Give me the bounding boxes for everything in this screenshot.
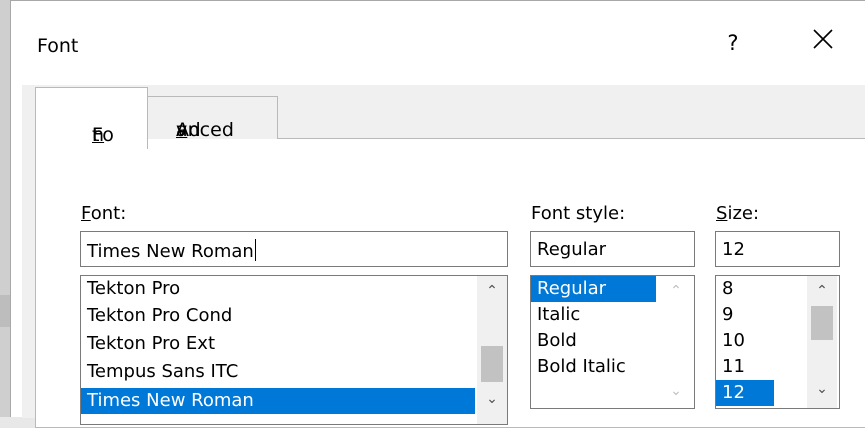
font-list[interactable]: Tekton Pro Tekton Pro Cond Tekton Pro Ex… bbox=[80, 275, 508, 425]
list-item[interactable]: 11 bbox=[716, 354, 774, 380]
font-dialog: Font ? Fo n t Ad v anced Font: Times New Rom… bbox=[10, 0, 865, 428]
list-item[interactable]: Tekton Pro Cond bbox=[81, 303, 475, 329]
tab-advanced[interactable]: Ad v anced bbox=[148, 96, 278, 141]
chevron-down-icon[interactable]: ⌄ bbox=[807, 376, 837, 402]
list-item[interactable]: Tekton Pro Ext bbox=[81, 331, 475, 357]
dialog-title: Font bbox=[37, 35, 79, 57]
list-item[interactable]: Italic bbox=[531, 302, 656, 328]
close-button[interactable] bbox=[811, 27, 835, 51]
font-style-label: Font style: bbox=[531, 203, 626, 224]
size-list-scrollbar[interactable]: ⌃ ⌄ bbox=[807, 276, 837, 408]
list-item[interactable]: Bold bbox=[531, 328, 656, 354]
font-style-list[interactable]: Regular Italic Bold Bold Italic ⌃ ⌄ bbox=[530, 275, 695, 409]
background-window bbox=[0, 0, 10, 417]
close-icon bbox=[813, 29, 833, 49]
chevron-down-icon[interactable]: ⌄ bbox=[477, 386, 507, 412]
list-item-selected[interactable]: Regular bbox=[531, 276, 656, 302]
list-item[interactable]: Tekton Pro bbox=[81, 276, 475, 302]
list-item-selected[interactable]: Times New Roman bbox=[81, 388, 475, 414]
scroll-thumb[interactable] bbox=[811, 306, 833, 340]
font-style-input[interactable]: Regular bbox=[530, 231, 695, 267]
size-label: Size: bbox=[716, 203, 760, 224]
help-button[interactable]: ? bbox=[723, 31, 743, 55]
text-caret bbox=[254, 239, 256, 261]
list-item[interactable]: 10 bbox=[716, 328, 774, 354]
title-bar[interactable]: Font ? bbox=[11, 1, 865, 85]
chevron-up-icon[interactable]: ⌃ bbox=[807, 278, 837, 304]
list-item[interactable]: Bold Italic bbox=[531, 354, 656, 380]
list-item[interactable]: 9 bbox=[716, 302, 774, 328]
background-window-strip bbox=[0, 295, 10, 327]
scroll-thumb[interactable] bbox=[481, 346, 503, 382]
size-list[interactable]: 8 9 10 11 12 ⌃ ⌄ bbox=[715, 275, 840, 409]
font-label: Font: bbox=[81, 203, 127, 224]
chevron-up-icon[interactable]: ⌃ bbox=[477, 278, 507, 304]
list-item[interactable]: Tempus Sans ITC bbox=[81, 359, 475, 385]
font-name-input[interactable]: Times New Roman bbox=[80, 231, 508, 267]
tab-font[interactable]: Fo n t bbox=[35, 87, 148, 149]
list-item[interactable]: 8 bbox=[716, 276, 774, 302]
size-input[interactable]: 12 bbox=[715, 231, 840, 267]
chevron-down-icon[interactable]: ⌄ bbox=[661, 378, 691, 404]
list-item-selected[interactable]: 12 bbox=[716, 380, 774, 406]
chevron-up-icon[interactable]: ⌃ bbox=[661, 278, 691, 304]
font-style-list-scrollbar[interactable]: ⌃ ⌄ bbox=[661, 276, 691, 408]
font-list-scrollbar[interactable]: ⌃ ⌄ bbox=[477, 276, 507, 424]
